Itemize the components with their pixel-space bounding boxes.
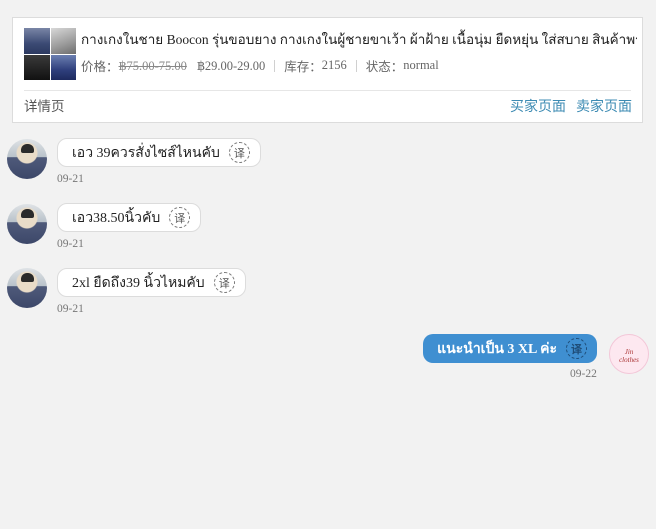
product-thumbnail[interactable] bbox=[24, 28, 76, 80]
product-image-grey bbox=[50, 28, 76, 54]
message-text: เอว 39ควรสั่งไซส์ไหนคับ bbox=[72, 145, 220, 161]
product-image-blue bbox=[50, 54, 76, 80]
product-card: กางเกงในชาย Boocon รุ่นขอบยาง กางเกงในผู… bbox=[12, 17, 643, 123]
meta-divider bbox=[355, 59, 357, 72]
buyer-avatar[interactable] bbox=[7, 268, 47, 308]
translate-icon[interactable]: 译 bbox=[169, 207, 191, 228]
detail-page-link[interactable]: 详情页 bbox=[24, 95, 65, 115]
meta-divider bbox=[274, 59, 276, 72]
translate-icon[interactable]: 译 bbox=[213, 272, 235, 293]
stock-value: 2156 bbox=[321, 58, 347, 72]
translate-icon[interactable]: 译 bbox=[228, 142, 250, 163]
buyer-avatar[interactable] bbox=[7, 204, 47, 244]
translate-icon[interactable]: 译 bbox=[566, 338, 587, 359]
message-bubble: เอว 39ควรสั่งไซส์ไหนคับ 译 bbox=[57, 138, 261, 167]
product-meta: 价格： ฿75.00-75.00 ฿29.00-29.00 库存： 2156 状… bbox=[81, 56, 439, 75]
price-label: 价格： bbox=[81, 60, 119, 74]
buyer-page-link[interactable]: 买家页面 bbox=[510, 96, 566, 116]
product-title: กางเกงในชาย Boocon รุ่นขอบยาง กางเกงในผู… bbox=[81, 32, 637, 47]
product-image-navy bbox=[24, 28, 50, 54]
message-time: 09-22 bbox=[570, 368, 597, 380]
message-text: 2xl ยืดถึง39 นิ้วไหมคับ bbox=[72, 275, 205, 291]
stock-label: 库存： bbox=[284, 60, 322, 74]
message-time: 09-21 bbox=[57, 303, 84, 315]
message-time: 09-21 bbox=[57, 173, 84, 185]
message-text: เอว38.50นิ้วคับ bbox=[72, 210, 161, 226]
status-label: 状态： bbox=[365, 60, 404, 74]
card-divider bbox=[24, 90, 631, 91]
buyer-avatar[interactable] bbox=[7, 139, 47, 179]
message-time: 09-21 bbox=[57, 238, 84, 250]
message-bubble-outgoing: แนะนำเป็น 3 XL ค่ะ 译 bbox=[423, 334, 597, 363]
sale-price: ฿29.00-29.00 bbox=[196, 58, 266, 73]
message-bubble: 2xl ยืดถึง39 นิ้วไหมคับ 译 bbox=[57, 268, 246, 297]
seller-avatar[interactable]: Jin clothes bbox=[609, 334, 649, 374]
original-price: ฿75.00-75.00 bbox=[118, 58, 187, 73]
message-bubble: เอว38.50นิ้วคับ 译 bbox=[57, 203, 202, 232]
message-text: แนะนำเป็น 3 XL ค่ะ bbox=[437, 341, 557, 357]
product-image-black bbox=[24, 54, 50, 80]
seller-avatar-logo: Jin clothes bbox=[619, 348, 639, 364]
status-value: normal bbox=[403, 58, 439, 72]
seller-page-link[interactable]: 卖家页面 bbox=[576, 96, 632, 116]
